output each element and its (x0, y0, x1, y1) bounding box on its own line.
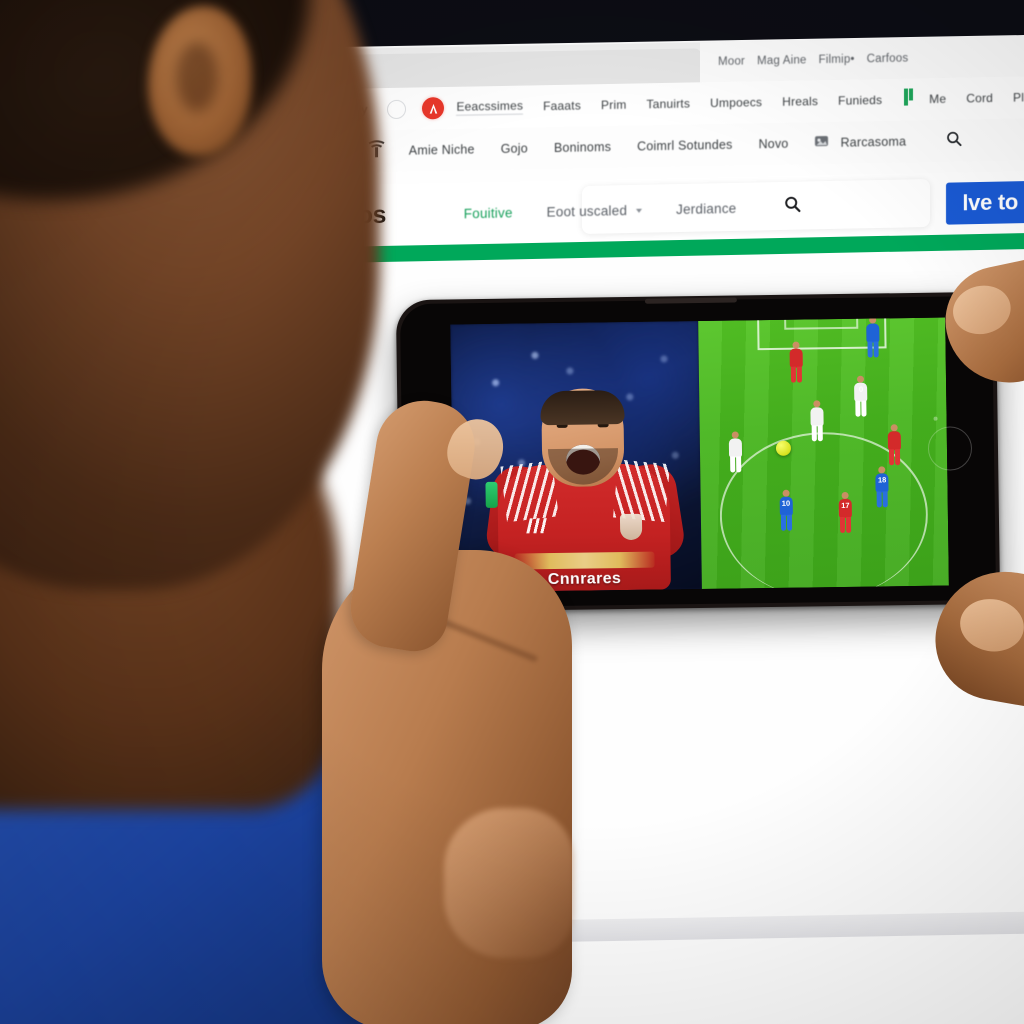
secondary-item-0[interactable]: Amie Niche (409, 142, 475, 157)
six-yard-box-line (784, 317, 859, 330)
nav-item-1[interactable]: Eoot uscaled (546, 202, 643, 220)
player-torso (810, 407, 824, 427)
club-crest-icon (619, 513, 643, 541)
earpiece-speaker-icon (644, 297, 737, 304)
player-leg-right (882, 491, 889, 508)
tabstrip-item-3[interactable]: Carfoos (867, 53, 909, 66)
secondary-item-2[interactable]: Boninoms (554, 140, 611, 155)
player-leg-right (796, 367, 803, 384)
player-torso (866, 323, 880, 343)
browser-tab-strip-right: Moor Mag Aine Filmip• Carfoos (700, 36, 1024, 83)
right-hand-holding-phone (925, 247, 1024, 718)
player-leg-right (846, 516, 852, 533)
player-number: 10 (781, 498, 791, 508)
browser-chrome: Moor Mag Aine Filmip• Carfoos s it Stoy … (282, 30, 1024, 174)
right-hand-finger-top (935, 247, 1024, 395)
secondary-item-1[interactable]: Gojo (501, 141, 528, 155)
player-leg-left (811, 425, 817, 442)
bookmark-item-7[interactable]: Umpoecs (710, 95, 762, 110)
bookmark-item-11[interactable]: Cord (966, 91, 993, 105)
viewer-ear (148, 6, 252, 156)
player-torso (789, 348, 803, 369)
player-leg-left (888, 448, 894, 465)
secondary-last-item[interactable]: Rarcasoma (840, 135, 906, 150)
football-icon (776, 440, 792, 456)
nav-item-0[interactable]: Fouitive (464, 205, 513, 221)
player-head (782, 489, 790, 497)
live-tv-cta-button[interactable]: lve tо (946, 180, 1024, 225)
green-bookmark-icon[interactable] (902, 87, 915, 111)
player-leg-left (855, 401, 861, 418)
player-leg-right (736, 456, 742, 473)
bookmark-item-10[interactable]: Me (929, 92, 946, 106)
screenshot-scene: Moor Mag Aine Filmip• Carfoos s it Stoy … (0, 0, 1024, 1024)
bookmark-item-5[interactable]: Prim (601, 98, 626, 112)
player-number: 18 (877, 475, 887, 485)
tabstrip-item-2[interactable]: Filmip• (819, 54, 855, 67)
player-leg-left (867, 341, 873, 358)
player-number: 17 (841, 500, 850, 510)
player-number: 0 (858, 385, 864, 395)
search-icon[interactable] (784, 196, 801, 218)
tabstrip-item-0[interactable]: Moor (718, 56, 745, 68)
bookmark-item-9[interactable]: Funieds (838, 93, 882, 108)
player-head (841, 491, 849, 499)
player-leg-left (790, 367, 797, 384)
player-leg-left (780, 514, 786, 531)
search-icon[interactable] (946, 130, 962, 151)
bookmark-item-8[interactable]: Hreals (782, 94, 818, 109)
player-torso (887, 430, 901, 450)
player-torso (729, 438, 743, 458)
loading-circle-icon (387, 99, 407, 119)
left-hand-knuckle (444, 808, 574, 958)
left-hand-holding-phone (312, 393, 612, 1024)
player-leg-left (730, 456, 736, 473)
player-leg-right (873, 341, 879, 358)
nav-item-0-label: Fouitive (463, 204, 513, 221)
player-leg-right (817, 425, 823, 442)
chevron-down-icon (636, 208, 643, 213)
player-leg-left (876, 491, 883, 508)
tabstrip-item-1[interactable]: Mag Aine (757, 54, 807, 67)
jersey-stripes-right (612, 459, 670, 523)
nav-item-2-label: Jerdiance (676, 200, 737, 217)
bookmark-item-12[interactable]: Pliu (1013, 90, 1024, 104)
nav-item-2[interactable]: Jerdiance (676, 200, 736, 216)
phone-pane-live-match[interactable]: 0 10 17 18 (697, 317, 949, 589)
player-head (890, 423, 898, 431)
player-leg-left (840, 516, 846, 533)
player-leg-right (894, 448, 900, 465)
player-leg-right (861, 400, 867, 418)
website-header-area: Feroos Fouitive Eoot uscaled Jerdiance (282, 171, 1024, 282)
nav-item-1-label: Eoot uscaled (546, 202, 628, 220)
thumbnail-icon[interactable] (814, 133, 830, 152)
bookmark-item-4[interactable]: Faaats (543, 99, 581, 114)
player-leg-right (786, 514, 792, 531)
bookmark-item-3[interactable]: Eeacssimes (456, 98, 524, 116)
bookmark-item-6[interactable]: Tanuirts (646, 97, 690, 112)
secondary-item-4[interactable]: Novo (759, 137, 789, 152)
red-circle-a-icon[interactable] (422, 97, 445, 120)
left-thumb-nail (439, 411, 512, 487)
secondary-item-3[interactable]: Coimrl Sotundes (637, 138, 732, 154)
